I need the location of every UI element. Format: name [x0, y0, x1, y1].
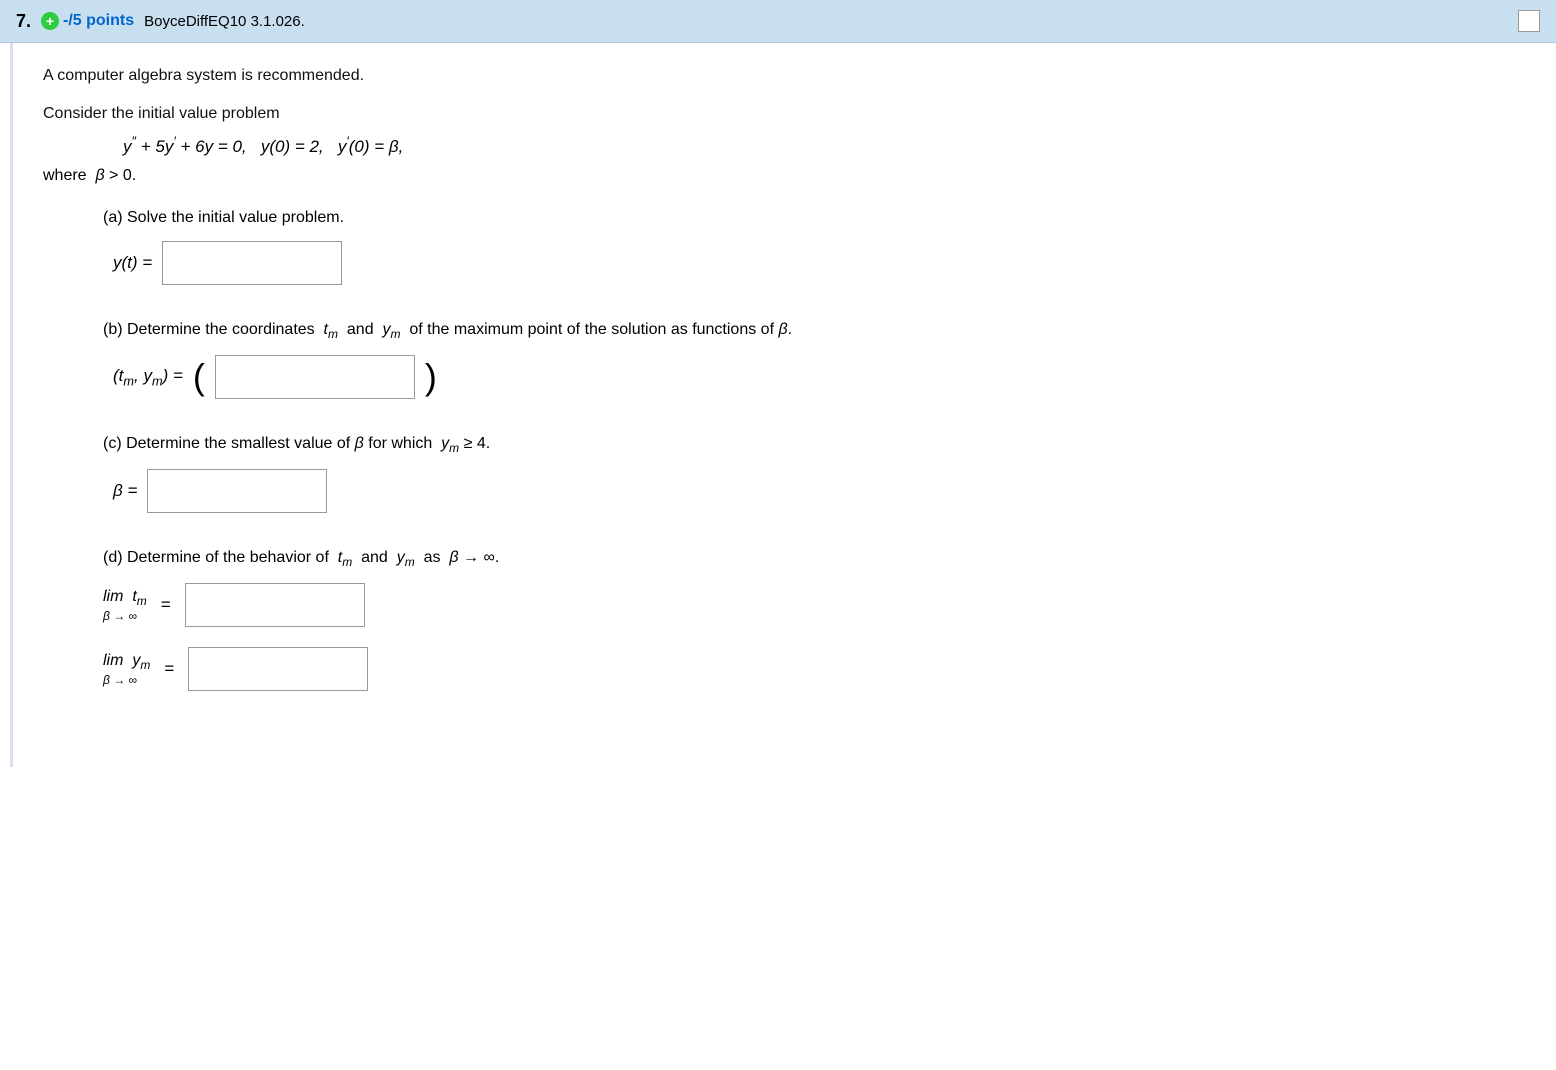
lim2-symbol: lim ym β → ∞ [103, 651, 150, 687]
part-c-input[interactable] [147, 469, 327, 513]
part-c-answer-row: β = [113, 469, 1526, 513]
paren-right: ) [425, 359, 437, 395]
points-text: -/5 points [63, 12, 134, 30]
consider-text: Consider the initial value problem [43, 105, 1526, 123]
part-d-lim2-row: lim ym β → ∞ = [103, 647, 1526, 691]
lim1-symbol: lim tm β → ∞ [103, 587, 147, 623]
part-a-section: (a) Solve the initial value problem. y(t… [103, 209, 1526, 285]
lim1-top: lim tm [103, 587, 147, 609]
part-d-label: (d) Determine of the behavior of tm and … [103, 549, 1526, 569]
part-c-answer-label: β = [113, 481, 137, 501]
part-b-answer-row: (tm, ym) = ( ) [113, 355, 1526, 399]
part-d-lim1-row: lim tm β → ∞ = [103, 583, 1526, 627]
part-d-lim1-input[interactable] [185, 583, 365, 627]
part-d-lim2-input[interactable] [188, 647, 368, 691]
equation-text: y″ + 5y′ + 6y = 0, y(0) = 2, y′(0) = β, [123, 137, 403, 156]
lim2-bottom: β → ∞ [103, 673, 137, 687]
problem-body: A computer algebra system is recommended… [10, 43, 1556, 767]
intro-text: A computer algebra system is recommended… [43, 67, 1526, 85]
part-a-label: (a) Solve the initial value problem. [103, 209, 1526, 227]
lim2-equals: = [164, 659, 174, 679]
plus-icon: + [41, 12, 59, 30]
checkbox[interactable] [1518, 10, 1540, 32]
problem-container: 7. + -/5 points BoyceDiffEQ10 3.1.026. A… [0, 0, 1556, 1070]
paren-left: ( [193, 359, 205, 395]
points-badge: + -/5 points [41, 12, 134, 30]
lim2-top: lim ym [103, 651, 150, 673]
lim1-equals: = [161, 595, 171, 615]
where-text: where β > 0. [43, 167, 1526, 185]
part-b-label: (b) Determine the coordinates tm and ym … [103, 321, 1526, 341]
part-a-input[interactable] [162, 241, 342, 285]
problem-header: 7. + -/5 points BoyceDiffEQ10 3.1.026. [0, 0, 1556, 43]
lim1-bottom: β → ∞ [103, 609, 137, 623]
part-c-section: (c) Determine the smallest value of β fo… [103, 435, 1526, 513]
equation-block: y″ + 5y′ + 6y = 0, y(0) = 2, y′(0) = β, [123, 133, 1526, 157]
part-d-section: (d) Determine of the behavior of tm and … [103, 549, 1526, 691]
part-b-input[interactable] [215, 355, 415, 399]
problem-number: 7. [16, 11, 31, 32]
part-c-label: (c) Determine the smallest value of β fo… [103, 435, 1526, 455]
part-a-answer-row: y(t) = [113, 241, 1526, 285]
part-b-answer-label: (tm, ym) = [113, 366, 183, 388]
part-a-answer-label: y(t) = [113, 253, 152, 273]
problem-id: BoyceDiffEQ10 3.1.026. [144, 13, 305, 30]
part-b-section: (b) Determine the coordinates tm and ym … [103, 321, 1526, 399]
